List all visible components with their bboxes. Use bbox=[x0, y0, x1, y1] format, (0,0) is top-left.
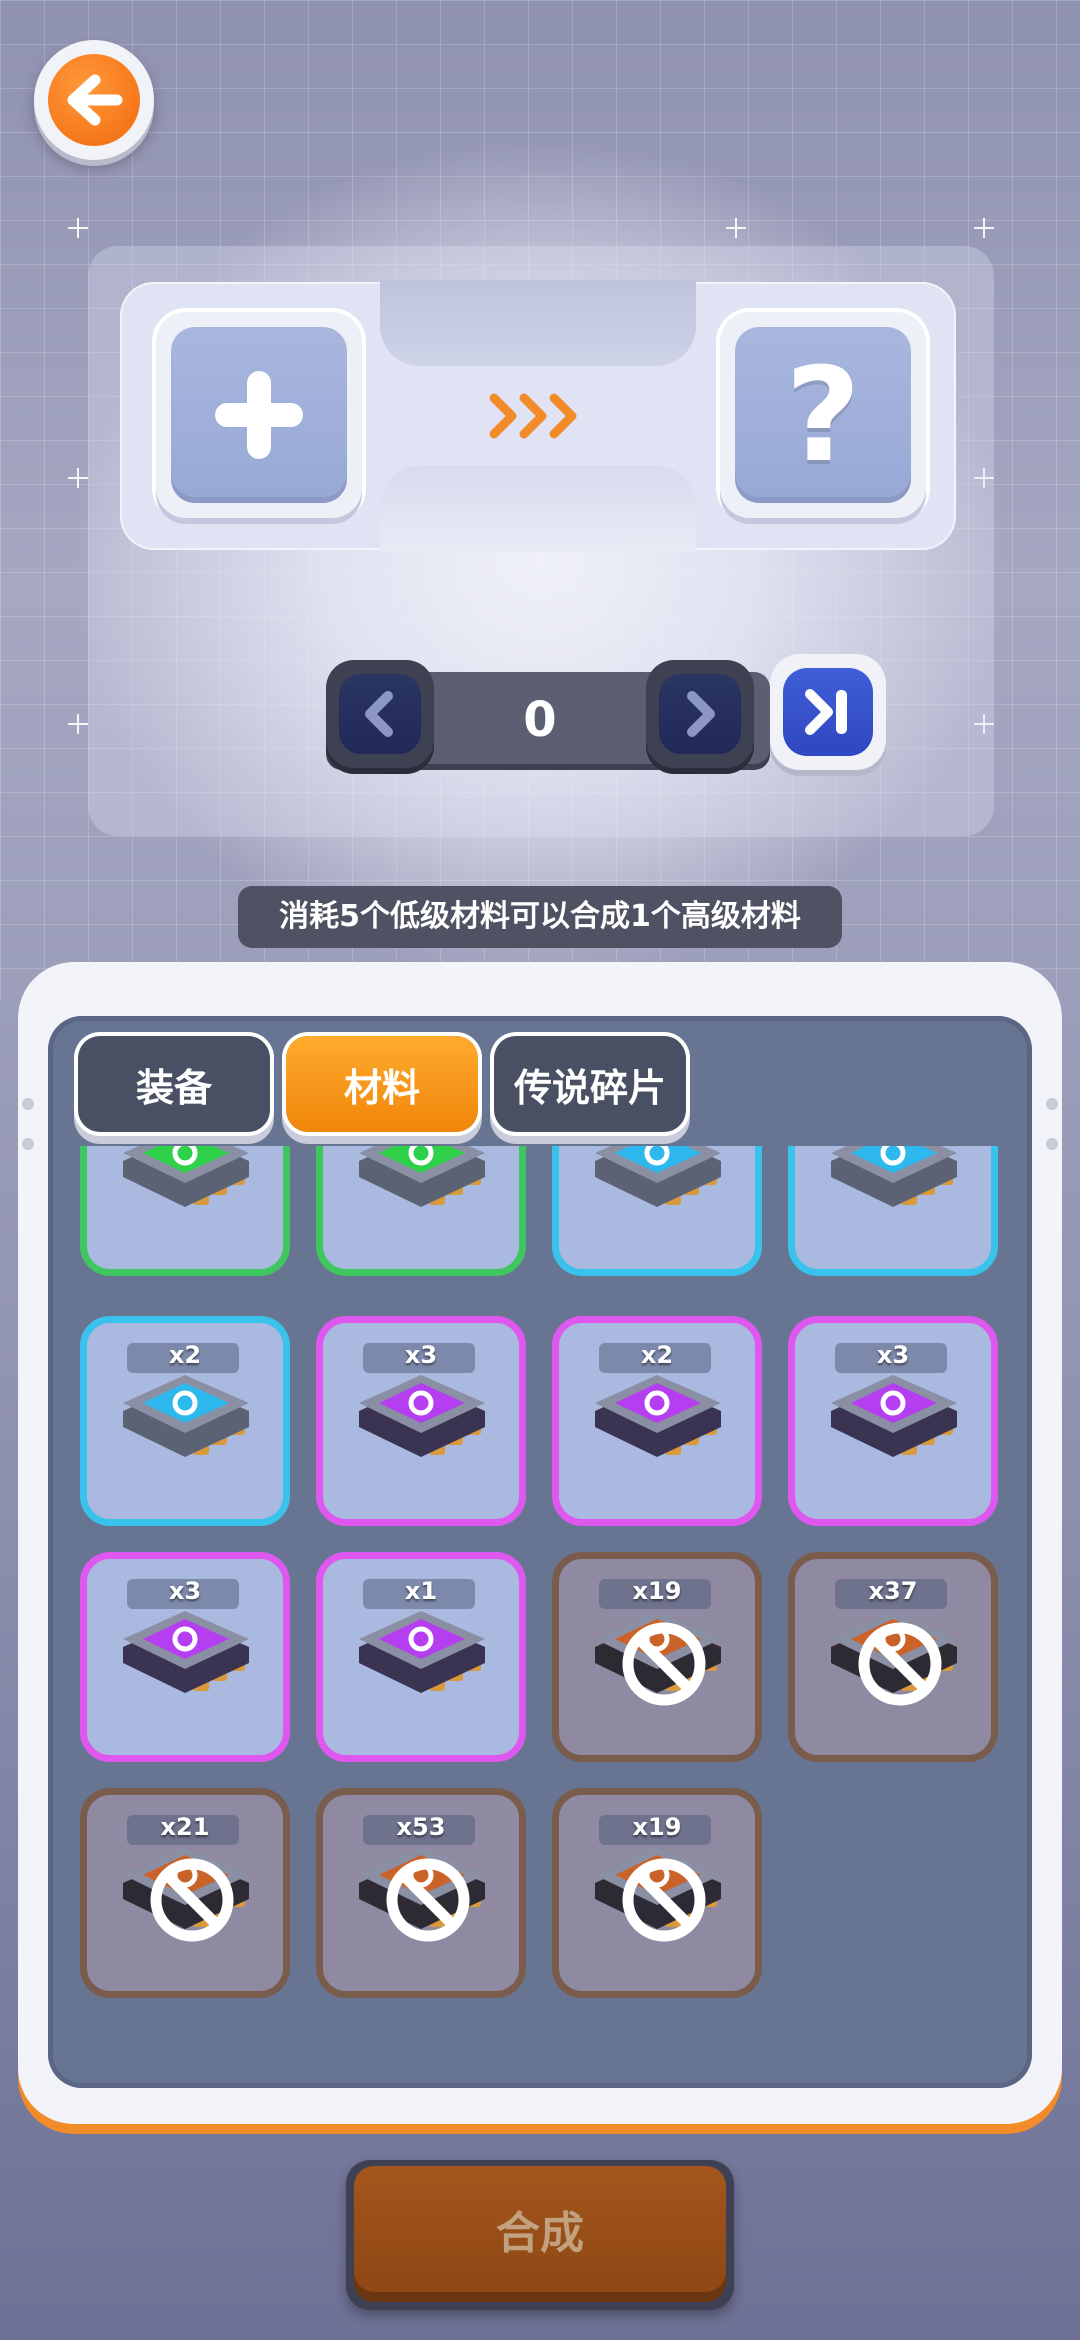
triple-chevron-right-icon bbox=[488, 388, 584, 444]
prohibited-icon bbox=[147, 1855, 237, 1945]
material-item[interactable]: x3 bbox=[80, 1552, 290, 1762]
chip-helmet-icon bbox=[345, 1146, 497, 1239]
tab-legendary-fragments[interactable]: 传说碎片 bbox=[494, 1036, 686, 1132]
item-count: x3 bbox=[404, 1341, 438, 1369]
plus-icon bbox=[171, 327, 347, 503]
material-item[interactable] bbox=[316, 1146, 526, 1276]
panel-rivet bbox=[1046, 1098, 1058, 1110]
chip-helmet-icon bbox=[345, 1597, 497, 1725]
skip-to-end-icon bbox=[783, 668, 873, 756]
tab-equipment[interactable]: 装备 bbox=[78, 1036, 270, 1132]
output-slot: ? bbox=[720, 312, 926, 518]
chip-armor-icon bbox=[345, 1361, 497, 1489]
grid-plus-mark bbox=[68, 714, 88, 734]
chip-gear-icon bbox=[581, 1146, 733, 1239]
prohibited-icon bbox=[855, 1619, 945, 1709]
synthesize-button-label: 合成 bbox=[354, 2166, 726, 2292]
chip-boot-icon bbox=[817, 1146, 969, 1239]
panel-rivet bbox=[22, 1098, 34, 1110]
prohibited-icon bbox=[619, 1855, 709, 1945]
item-count: x21 bbox=[160, 1813, 210, 1841]
chip-eye-icon bbox=[109, 1146, 261, 1239]
material-item: x19 bbox=[552, 1552, 762, 1762]
chevron-left-icon bbox=[339, 674, 421, 754]
item-count: x1 bbox=[404, 1577, 438, 1605]
max-quantity-button[interactable] bbox=[770, 654, 886, 770]
item-count: x2 bbox=[168, 1341, 202, 1369]
chip-eye-icon bbox=[817, 1361, 969, 1489]
grid-plus-mark bbox=[68, 468, 88, 488]
increase-button[interactable] bbox=[646, 660, 754, 768]
material-item: x19 bbox=[552, 1788, 762, 1998]
arrow-left-icon bbox=[48, 54, 140, 146]
material-item[interactable]: x3 bbox=[788, 1316, 998, 1526]
chip-gear-icon bbox=[581, 1361, 733, 1489]
grid-plus-mark bbox=[726, 218, 746, 238]
material-item: x37 bbox=[788, 1552, 998, 1762]
material-item[interactable]: x2 bbox=[552, 1316, 762, 1526]
item-count: x37 bbox=[868, 1577, 918, 1605]
item-count: x19 bbox=[632, 1813, 682, 1841]
material-item[interactable]: x2 bbox=[80, 1316, 290, 1526]
decrease-button[interactable] bbox=[326, 660, 434, 768]
chevron-right-icon bbox=[659, 674, 741, 754]
material-grid: x2 x3 x2 x3 x3 x1 x19 x37 x21 x53 x19 bbox=[66, 1146, 1014, 2086]
question-icon: ? bbox=[735, 327, 911, 503]
input-slot[interactable] bbox=[156, 312, 362, 518]
material-item: x21 bbox=[80, 1788, 290, 1998]
material-item[interactable] bbox=[552, 1146, 762, 1276]
item-count: x2 bbox=[640, 1341, 674, 1369]
material-item[interactable]: x1 bbox=[316, 1552, 526, 1762]
synthesis-hint: 消耗5个低级材料可以合成1个高级材料 bbox=[238, 886, 842, 948]
item-count: x19 bbox=[632, 1577, 682, 1605]
item-count: x3 bbox=[876, 1341, 910, 1369]
back-button[interactable] bbox=[34, 40, 154, 160]
material-item[interactable]: x3 bbox=[316, 1316, 526, 1526]
grid-plus-mark bbox=[68, 218, 88, 238]
prohibited-icon bbox=[619, 1619, 709, 1709]
material-item: x53 bbox=[316, 1788, 526, 1998]
quantity-value: 0 bbox=[523, 692, 557, 748]
grid-plus-mark bbox=[974, 218, 994, 238]
material-item[interactable] bbox=[788, 1146, 998, 1276]
panel-rivet bbox=[22, 1138, 34, 1150]
panel-rivet bbox=[1046, 1138, 1058, 1150]
chip-helmet-icon bbox=[109, 1361, 261, 1489]
item-count: x53 bbox=[396, 1813, 446, 1841]
chip-boot-icon bbox=[109, 1597, 261, 1725]
item-count: x3 bbox=[168, 1577, 202, 1605]
synthesize-button[interactable]: 合成 bbox=[346, 2160, 734, 2310]
material-item[interactable] bbox=[80, 1146, 290, 1276]
tab-materials[interactable]: 材料 bbox=[286, 1036, 478, 1132]
prohibited-icon bbox=[383, 1855, 473, 1945]
